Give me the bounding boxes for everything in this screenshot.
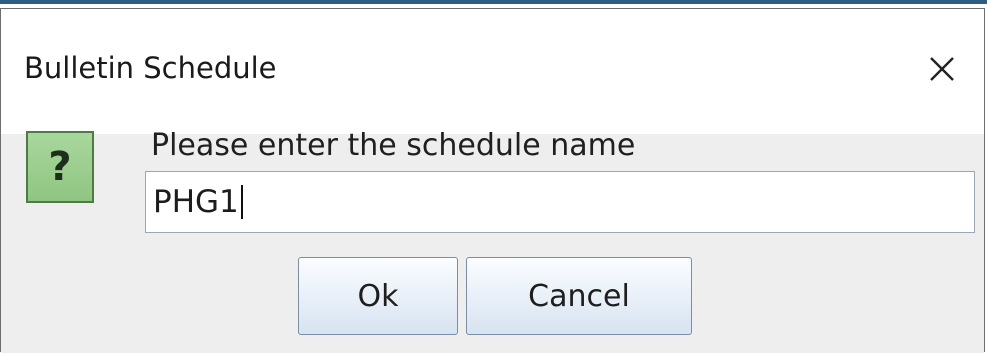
dialog-content: ? Please enter the schedule name PHG1 Ok… — [1, 128, 984, 353]
schedule-name-input[interactable]: PHG1 — [145, 171, 975, 233]
background-window-bar — [0, 0, 987, 4]
dialog-titlebar[interactable]: Bulletin Schedule — [1, 9, 984, 134]
ok-button-label: Ok — [357, 278, 399, 314]
schedule-name-value: PHG1 — [153, 184, 239, 220]
close-button[interactable] — [918, 45, 966, 93]
bulletin-schedule-dialog: Bulletin Schedule ? Please enter the sch… — [0, 8, 985, 353]
question-icon-glyph: ? — [48, 144, 72, 190]
question-icon: ? — [26, 131, 94, 203]
ok-button[interactable]: Ok — [298, 257, 458, 335]
dialog-title: Bulletin Schedule — [24, 51, 277, 85]
prompt-label: Please enter the schedule name — [151, 128, 636, 163]
text-caret — [240, 185, 243, 219]
close-icon — [930, 57, 954, 81]
cancel-button-label: Cancel — [528, 278, 630, 314]
cancel-button[interactable]: Cancel — [466, 257, 692, 335]
background-window-strip — [0, 0, 987, 8]
